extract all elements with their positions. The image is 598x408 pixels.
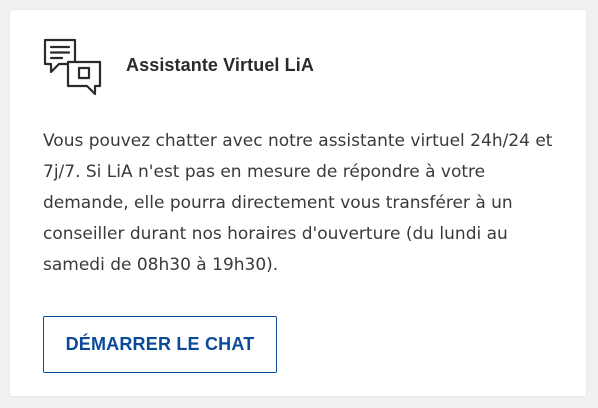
card-description: Vous pouvez chatter avec notre assistant…: [43, 131, 553, 275]
card-title: Assistante Virtuel LiA: [126, 54, 314, 75]
start-chat-button[interactable]: DÉMARRER LE CHAT: [43, 316, 277, 373]
chat-bubbles-icon: [43, 38, 102, 96]
card-header: Assistante Virtuel LiA: [42, 36, 314, 98]
chat-assistant-card: Assistante Virtuel LiA Vous pouvez chatt…: [10, 10, 586, 396]
